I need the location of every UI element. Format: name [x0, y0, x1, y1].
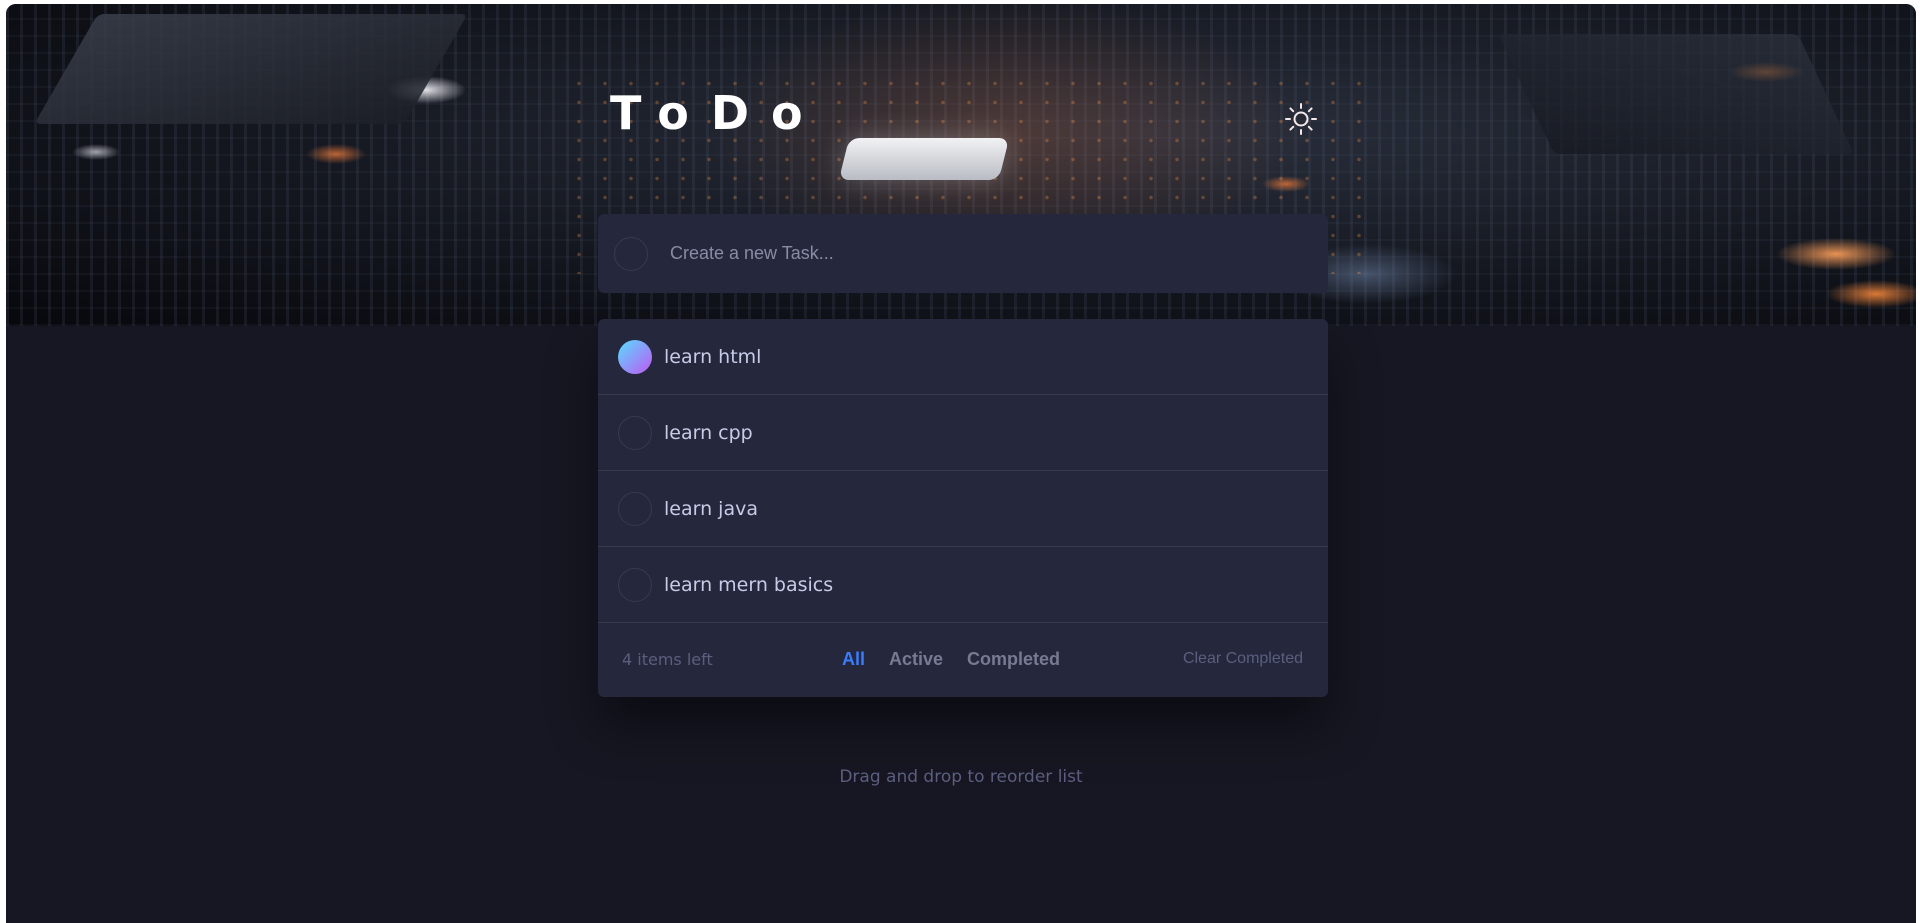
todo-list: learn html learn cpp learn java learn me… [598, 319, 1328, 697]
todo-checkbox-checked[interactable] [618, 339, 652, 374]
new-task-check-circle[interactable] [614, 236, 648, 271]
filter-active[interactable]: Active [889, 649, 943, 670]
todo-item[interactable]: learn html [598, 319, 1328, 395]
todo-item[interactable]: learn cpp [598, 395, 1328, 471]
app-viewport: ToDo learn html learn cpp [6, 4, 1916, 923]
filter-completed[interactable]: Completed [967, 649, 1060, 670]
todo-item[interactable]: learn mern basics [598, 547, 1328, 623]
new-task-input[interactable] [670, 233, 1270, 274]
todo-item[interactable]: learn java [598, 471, 1328, 547]
todo-checkbox[interactable] [618, 415, 652, 450]
todo-text: learn java [664, 497, 758, 520]
sun-icon [1285, 103, 1317, 135]
clear-completed-button[interactable]: Clear Completed [1183, 650, 1303, 668]
app-title: ToDo [610, 86, 825, 140]
todo-checkbox[interactable] [618, 567, 652, 602]
todo-checkbox[interactable] [618, 491, 652, 526]
reorder-hint: Drag and drop to reorder list [839, 767, 1083, 787]
theme-toggle-button[interactable] [1284, 102, 1318, 136]
items-left-count: 4 items left [622, 649, 713, 669]
todo-text: learn html [664, 345, 762, 368]
new-task-bar [598, 214, 1328, 293]
list-footer: 4 items left All Active Completed Clear … [598, 623, 1328, 695]
filter-tabs: All Active Completed [842, 649, 1060, 670]
todo-text: learn mern basics [664, 573, 834, 596]
todo-text: learn cpp [664, 421, 753, 444]
filter-all[interactable]: All [842, 649, 865, 670]
